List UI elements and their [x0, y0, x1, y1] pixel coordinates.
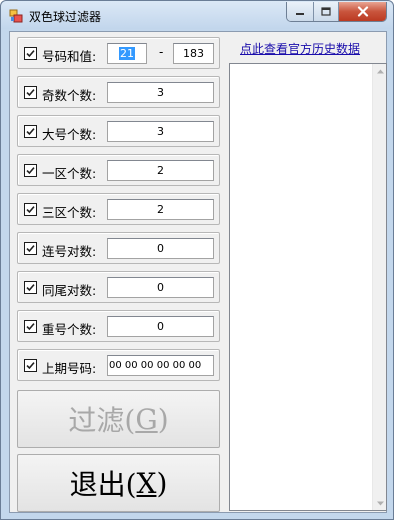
maximize-button[interactable]	[313, 2, 338, 21]
app-window: 双色球过滤器 号码和值: 21 - 183 奇数个数: 3 大号个数: 3 一区…	[0, 0, 394, 520]
odd-count-input[interactable]: 3	[107, 82, 214, 103]
sum-min-input[interactable]: 21	[107, 43, 147, 64]
minimize-button[interactable]	[287, 2, 313, 21]
consecutive-pairs-checkbox[interactable]	[24, 242, 37, 255]
filter-button-text: 过滤(	[68, 404, 136, 437]
repeat-count-checkbox[interactable]	[24, 320, 37, 333]
scroll-down-arrow-icon	[376, 501, 384, 505]
zone1-count-label: 一区个数:	[42, 166, 97, 181]
checkmark-icon	[26, 89, 35, 97]
close-button[interactable]	[338, 2, 386, 21]
sum-label: 号码和值:	[42, 49, 97, 64]
zone3-count-label: 三区个数:	[42, 205, 97, 220]
big-count-input[interactable]: 3	[107, 121, 214, 142]
checkmark-icon	[26, 128, 35, 136]
title-bar[interactable]: 双色球过滤器	[1, 1, 393, 29]
range-dash: -	[159, 45, 164, 59]
filter-button-key: G	[135, 402, 158, 436]
checkmark-icon	[26, 362, 35, 370]
same-tail-pairs-label: 同尾对数:	[42, 283, 97, 298]
repeat-count-value: 0	[157, 320, 164, 333]
last-draw-input[interactable]: 00 00 00 00 00 00	[107, 355, 214, 376]
consecutive-pairs-label: 连号对数:	[42, 244, 97, 259]
same-tail-pairs-group: 同尾对数: 0	[17, 271, 220, 303]
consecutive-pairs-input[interactable]: 0	[107, 238, 214, 259]
checkmark-icon	[26, 206, 35, 214]
zone3-count-input[interactable]: 2	[107, 199, 214, 220]
odd-count-label: 奇数个数:	[42, 88, 97, 103]
exit-button-key: X	[136, 466, 157, 500]
last-draw-checkbox[interactable]	[24, 359, 37, 372]
big-count-checkbox[interactable]	[24, 125, 37, 138]
odd-count-checkbox[interactable]	[24, 86, 37, 99]
zone3-count-checkbox[interactable]	[24, 203, 37, 216]
last-draw-label: 上期号码:	[42, 361, 97, 376]
checkmark-icon	[26, 284, 35, 292]
maximize-icon	[321, 7, 331, 16]
vertical-scrollbar[interactable]	[372, 64, 386, 510]
sum-filter-group: 号码和值: 21 - 183	[17, 37, 220, 69]
zone1-count-group: 一区个数: 2	[17, 154, 220, 186]
close-icon	[357, 6, 368, 17]
same-tail-pairs-value: 0	[157, 281, 164, 294]
sum-checkbox[interactable]	[24, 47, 37, 60]
zone1-count-value: 2	[157, 164, 164, 177]
history-data-link[interactable]: 点此查看官方历史数据	[240, 40, 360, 57]
repeat-count-group: 重号个数: 0	[17, 310, 220, 342]
big-count-value: 3	[157, 125, 164, 138]
scroll-up-button[interactable]	[373, 64, 387, 78]
zone3-count-group: 三区个数: 2	[17, 193, 220, 225]
exit-button-close: )	[156, 466, 168, 500]
caption-buttons	[286, 2, 387, 22]
filter-button[interactable]: 过滤(G)	[17, 390, 220, 448]
checkmark-icon	[26, 167, 35, 175]
last-draw-group: 上期号码: 00 00 00 00 00 00	[17, 349, 220, 381]
odd-count-value: 3	[157, 86, 164, 99]
exit-button[interactable]: 退出(X)	[17, 454, 220, 512]
exit-button-text: 退出(	[69, 468, 137, 501]
big-count-label: 大号个数:	[42, 127, 97, 142]
zone1-count-checkbox[interactable]	[24, 164, 37, 177]
same-tail-pairs-checkbox[interactable]	[24, 281, 37, 294]
scroll-down-button[interactable]	[373, 496, 387, 510]
client-area: 号码和值: 21 - 183 奇数个数: 3 大号个数: 3 一区个数: 2 三…	[9, 31, 387, 513]
sum-max-input[interactable]: 183	[173, 43, 214, 64]
checkmark-icon	[26, 323, 35, 331]
checkmark-icon	[26, 245, 35, 253]
repeat-count-label: 重号个数:	[42, 322, 97, 337]
sum-max-value: 183	[183, 47, 204, 60]
repeat-count-input[interactable]: 0	[107, 316, 214, 337]
odd-count-group: 奇数个数: 3	[17, 76, 220, 108]
filter-button-close: )	[157, 402, 169, 436]
sum-min-value: 21	[119, 47, 135, 60]
results-listbox[interactable]	[229, 63, 387, 511]
zone1-count-input[interactable]: 2	[107, 160, 214, 181]
window-title: 双色球过滤器	[29, 10, 102, 24]
checkmark-icon	[26, 50, 35, 58]
app-icon	[9, 9, 23, 23]
big-count-group: 大号个数: 3	[17, 115, 220, 147]
same-tail-pairs-input[interactable]: 0	[107, 277, 214, 298]
zone3-count-value: 2	[157, 203, 164, 216]
minimize-icon	[296, 12, 304, 15]
consecutive-pairs-group: 连号对数: 0	[17, 232, 220, 264]
consecutive-pairs-value: 0	[157, 242, 164, 255]
scroll-up-arrow-icon	[376, 69, 384, 73]
last-draw-value: 00 00 00 00 00 00	[109, 360, 202, 371]
